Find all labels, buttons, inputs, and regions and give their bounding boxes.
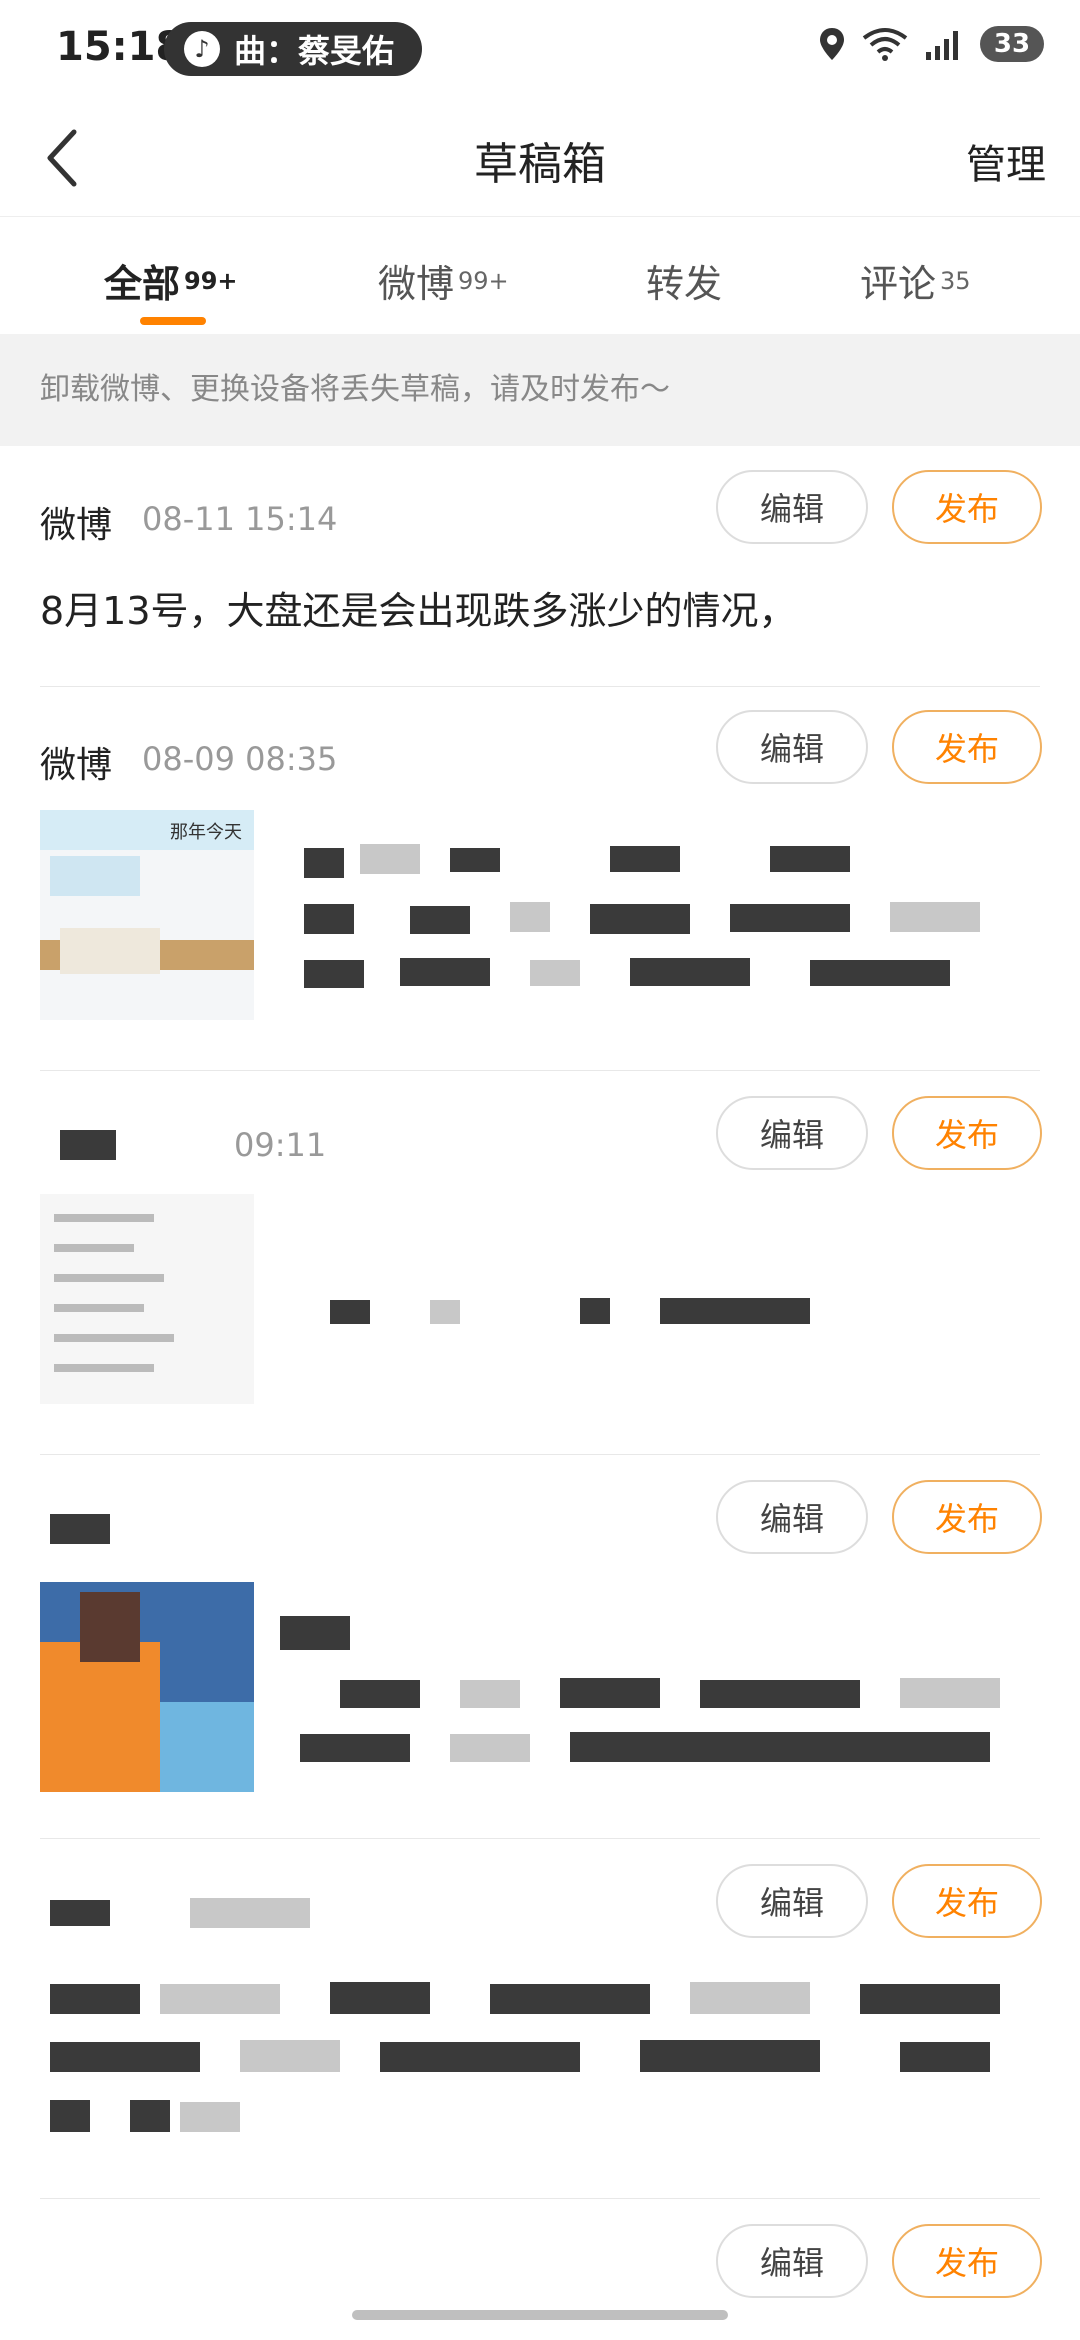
- divider: [40, 1454, 1040, 1455]
- draft-thumbnail: [40, 1194, 254, 1404]
- thumbnail-caption: 那年今天: [170, 822, 242, 843]
- tab-repost-label: 转发: [646, 262, 723, 306]
- publish-button[interactable]: 发布: [892, 2224, 1042, 2298]
- status-bar: 15:18 ♪ 曲：蔡旻佑 33: [0, 0, 1080, 100]
- blurred-draft-text: [280, 1610, 1040, 1780]
- draft-time: 09:11: [234, 1126, 327, 1164]
- tab-comment-label: 评论: [860, 262, 937, 306]
- publish-button[interactable]: 发布: [892, 470, 1042, 544]
- draft-text: 8月13号，大盘还是会出现跌多涨少的情况，: [40, 589, 797, 633]
- blurred-draft-text: [290, 840, 1030, 990]
- tab-all-count: 99+: [184, 267, 238, 295]
- publish-button[interactable]: 发布: [892, 1480, 1042, 1554]
- publish-button[interactable]: 发布: [892, 710, 1042, 784]
- tab-repost[interactable]: 转发: [646, 253, 722, 308]
- edit-button[interactable]: 编辑: [716, 1096, 868, 1170]
- draft-thumbnail: [40, 1582, 254, 1792]
- divider: [40, 686, 1040, 687]
- edit-button[interactable]: 编辑: [716, 470, 868, 544]
- wifi-icon: [862, 28, 908, 61]
- draft-type: 微博: [40, 505, 113, 546]
- divider: [40, 1838, 1040, 1839]
- signal-icon: [926, 31, 958, 60]
- active-tab-indicator: [140, 317, 206, 325]
- tab-all[interactable]: 全部 99+: [104, 253, 238, 308]
- edit-button[interactable]: 编辑: [716, 1480, 868, 1554]
- now-playing-pill[interactable]: ♪ 曲：蔡旻佑: [164, 22, 423, 76]
- draft-time: 08-11 15:14: [142, 500, 338, 538]
- tab-comment-count: 35: [940, 267, 971, 295]
- edit-button[interactable]: 编辑: [716, 710, 868, 784]
- home-indicator[interactable]: [352, 2310, 728, 2320]
- draft-type: 微博: [40, 745, 113, 786]
- uninstall-warning-notice: 卸载微博、更换设备将丢失草稿，请及时发布～: [0, 334, 1080, 446]
- location-icon: [820, 28, 844, 60]
- nav-header: 草稿箱 管理: [0, 100, 1080, 216]
- draft-time: 08-09 08:35: [142, 740, 338, 778]
- status-icons: 33: [818, 26, 1044, 62]
- divider: [40, 2198, 1040, 2199]
- blurred-draft-text: [280, 1290, 820, 1330]
- music-note-icon: ♪: [184, 31, 220, 67]
- blurred-draft-text: [40, 1980, 1040, 2150]
- manage-button[interactable]: 管理: [966, 132, 1046, 190]
- now-playing-text: 曲：蔡旻佑: [234, 32, 395, 70]
- tab-bar: 全部 99+ 微博 99+ 转发 评论 35: [0, 216, 1080, 336]
- tab-all-label: 全部: [104, 262, 181, 306]
- edit-button[interactable]: 编辑: [716, 1864, 868, 1938]
- publish-button[interactable]: 发布: [892, 1864, 1042, 1938]
- page-title: 草稿箱: [474, 139, 606, 190]
- tab-weibo-count: 99+: [458, 267, 509, 295]
- tab-weibo-label: 微博: [378, 262, 455, 306]
- divider: [40, 1070, 1040, 1071]
- edit-button[interactable]: 编辑: [716, 2224, 868, 2298]
- tab-comment[interactable]: 评论 35: [860, 253, 971, 308]
- battery-indicator: 33: [980, 26, 1044, 62]
- draft-thumbnail: 那年今天: [40, 810, 254, 1020]
- publish-button[interactable]: 发布: [892, 1096, 1042, 1170]
- tab-weibo[interactable]: 微博 99+: [378, 253, 509, 308]
